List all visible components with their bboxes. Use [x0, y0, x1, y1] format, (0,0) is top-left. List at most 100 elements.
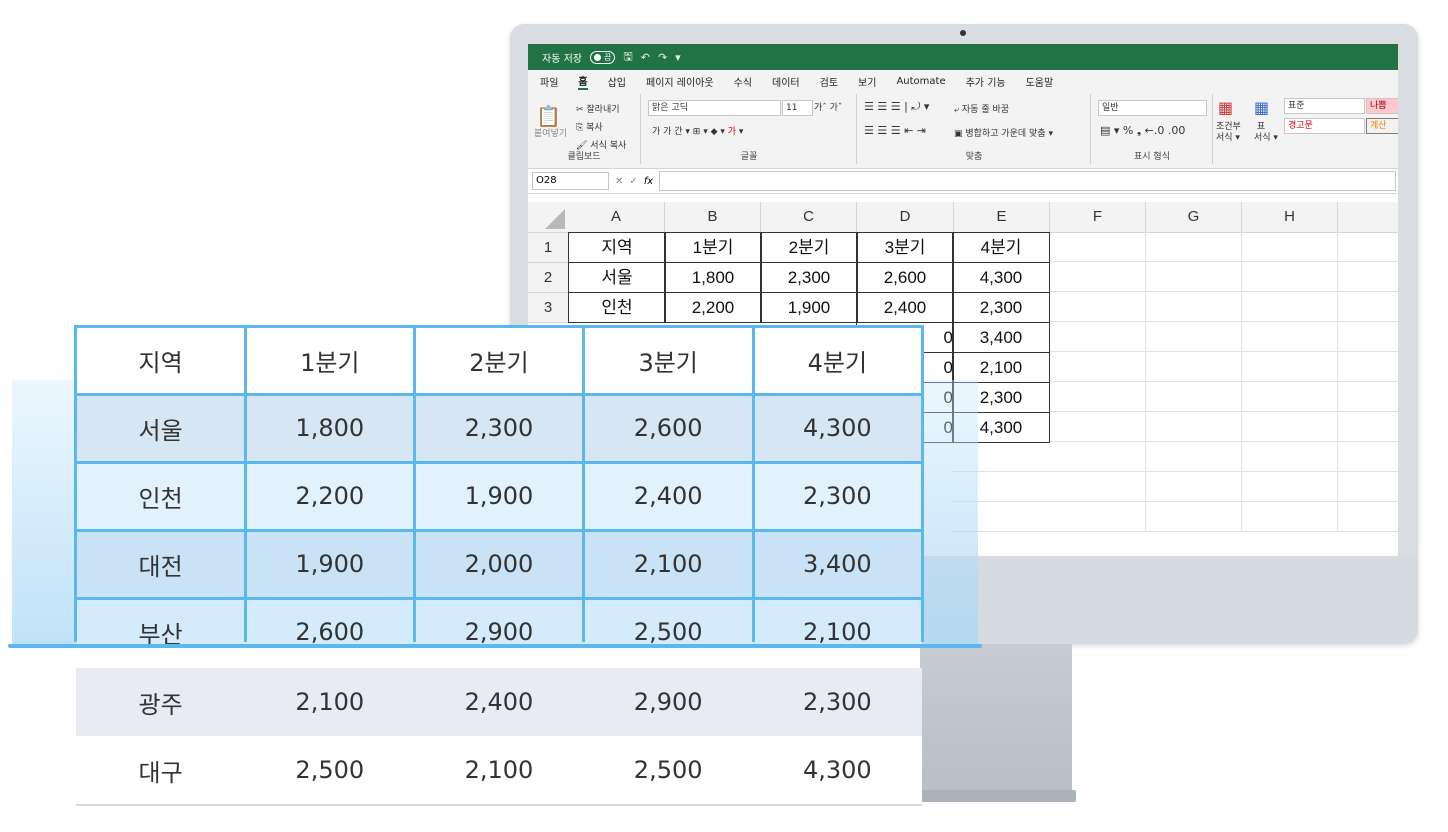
monitor-stand: [920, 644, 1072, 802]
header-q3: 3분기: [638, 348, 698, 377]
grid-line: [74, 529, 924, 532]
grid-line: [74, 461, 924, 464]
cell-d2[interactable]: 2,600: [856, 262, 954, 293]
conditional-format-button[interactable]: 조건부 서식 ▾: [1216, 122, 1241, 144]
select-all-corner[interactable]: [528, 202, 569, 233]
cell-e4[interactable]: 3,400: [952, 322, 1050, 353]
vertical-align-icons[interactable]: ☰ ☰ ☰ | ⤾ ▾: [864, 100, 929, 114]
col-header-f[interactable]: F: [1050, 202, 1146, 233]
menu-formulas[interactable]: 수식: [734, 74, 752, 89]
cell-b3[interactable]: 2,200: [664, 292, 762, 323]
cell-e5[interactable]: 2,100: [952, 352, 1050, 383]
table-cell: 4,300: [802, 414, 872, 442]
font-size-select[interactable]: 11: [782, 100, 813, 116]
menu-help[interactable]: 도움말: [1026, 74, 1054, 89]
menu-review[interactable]: 검토: [820, 74, 838, 89]
col-header-b[interactable]: B: [665, 202, 761, 233]
cell-d3[interactable]: 2,400: [856, 292, 954, 323]
copy-button[interactable]: ⎘ 복사: [576, 120, 603, 133]
table-format-button[interactable]: 표 서식 ▾: [1254, 122, 1278, 144]
wrap-text-button[interactable]: ⤶ 자동 줄 바꿈: [954, 102, 1009, 115]
col-header-d[interactable]: D: [857, 202, 954, 233]
row-header-2[interactable]: 2: [528, 263, 569, 293]
cut-button[interactable]: ✂ 잘라내기: [576, 102, 620, 115]
table-cell: 대구: [138, 758, 183, 787]
cell-c2[interactable]: 2,300: [760, 262, 858, 293]
undo-icon[interactable]: ↶: [641, 51, 650, 64]
col-header-h[interactable]: H: [1242, 202, 1338, 233]
empty-cells-grid[interactable]: [1050, 232, 1398, 532]
highlight-bottom-line: [8, 644, 982, 648]
number-label: 표시 형식: [1134, 152, 1170, 162]
style-normal[interactable]: 표준: [1284, 98, 1365, 114]
formula-bar: O28 ✕ ✓ fx: [528, 169, 1398, 194]
menu-view[interactable]: 보기: [858, 74, 876, 89]
font-name-select[interactable]: 맑은 고딕: [648, 100, 781, 116]
table-cell: 인천: [138, 484, 183, 513]
table-cell: 2,200: [295, 482, 365, 510]
grid-line: [582, 326, 585, 642]
table-row: 광주 2,100 2,400 2,900 2,300: [76, 668, 922, 736]
cell-d1[interactable]: 3분기: [856, 232, 954, 263]
cell-a1[interactable]: 지역: [568, 232, 666, 263]
save-icon[interactable]: 🖫: [623, 48, 632, 67]
cell-b1[interactable]: 1분기: [664, 232, 762, 263]
paste-button[interactable]: 붙여넣기: [534, 126, 567, 139]
merge-center-button[interactable]: ▣ 병합하고 가운데 맞춤 ▾: [954, 126, 1053, 139]
alignment-label: 맞춤: [965, 152, 983, 162]
menu-bar: 파일 홈 삽입 페이지 레이아웃 수식 데이터 검토 보기 Automate 추…: [528, 70, 1398, 92]
cell-a3[interactable]: 인천: [568, 292, 666, 323]
redo-icon[interactable]: ↷: [658, 51, 667, 64]
cell-c1[interactable]: 2분기: [760, 232, 858, 263]
menu-file[interactable]: 파일: [540, 74, 558, 89]
table-cell: 서울: [138, 416, 183, 445]
cell-b2[interactable]: 1,800: [664, 262, 762, 293]
col-header-c[interactable]: C: [761, 202, 857, 233]
cell-e2[interactable]: 4,300: [952, 262, 1050, 293]
col-header-g[interactable]: G: [1146, 202, 1242, 233]
menu-addins[interactable]: 추가 기능: [966, 74, 1006, 89]
row-header-3[interactable]: 3: [528, 293, 569, 323]
percent-comma-icons[interactable]: ▤ ▾ % ❟ ←.0 .00: [1100, 124, 1185, 138]
name-box[interactable]: O28: [532, 172, 609, 190]
autosave-toggle[interactable]: 끔: [589, 50, 616, 64]
camera-dot: [960, 30, 966, 36]
table-cell: 2,600: [633, 414, 703, 442]
table-cell: 2,400: [633, 482, 703, 510]
grow-font-icon[interactable]: 가ˆ 가ˇ: [814, 100, 842, 113]
table-cell: 광주: [138, 690, 183, 719]
menu-automate[interactable]: Automate: [896, 76, 945, 87]
menu-data[interactable]: 데이터: [772, 74, 800, 89]
table-row: 대전 1,900 2,000 2,100 3,400: [76, 530, 922, 598]
horizontal-align-icons[interactable]: ☰ ☰ ☰ ⇤ ⇥: [864, 124, 926, 137]
style-warning[interactable]: 경고문: [1284, 118, 1365, 134]
menu-home[interactable]: 홈: [578, 73, 588, 90]
number-format-select[interactable]: 일반: [1098, 100, 1207, 116]
row-header-1[interactable]: 1: [528, 233, 569, 263]
bold-italic-underline-icons[interactable]: 가 가 간 ▾ ⊞ ▾ ◆ ▾ 가 ▾: [652, 124, 743, 137]
cancel-icon[interactable]: ✕: [615, 176, 623, 187]
style-calc[interactable]: 계산: [1366, 118, 1398, 134]
grid-line: [413, 326, 416, 642]
cell-e1[interactable]: 4분기: [952, 232, 1050, 263]
col-header-i[interactable]: I: [1338, 202, 1398, 233]
enter-icon[interactable]: ✓: [629, 176, 637, 187]
table-cell: 1,900: [295, 550, 365, 578]
table-cell: 2,300: [802, 482, 872, 510]
style-bad[interactable]: 나쁨: [1366, 98, 1398, 114]
font-label: 글꼴: [740, 152, 758, 162]
col-header-a[interactable]: A: [568, 202, 665, 233]
paste-icon[interactable]: 📋: [536, 104, 561, 128]
col-header-e[interactable]: E: [954, 202, 1050, 233]
cell-a2[interactable]: 서울: [568, 262, 666, 293]
menu-insert[interactable]: 삽입: [608, 74, 626, 89]
customize-quick-access-icon[interactable]: ▾: [675, 51, 681, 64]
fx-icon[interactable]: fx: [644, 176, 653, 187]
conditional-format-icon[interactable]: ▦: [1218, 98, 1233, 117]
menu-page-layout[interactable]: 페이지 레이아웃: [646, 74, 714, 89]
cell-e3[interactable]: 2,300: [952, 292, 1050, 323]
table-format-icon[interactable]: ▦: [1254, 98, 1269, 117]
clipboard-label: 클립보드: [567, 152, 601, 162]
cell-c3[interactable]: 1,900: [760, 292, 858, 323]
formula-input[interactable]: [659, 171, 1396, 191]
